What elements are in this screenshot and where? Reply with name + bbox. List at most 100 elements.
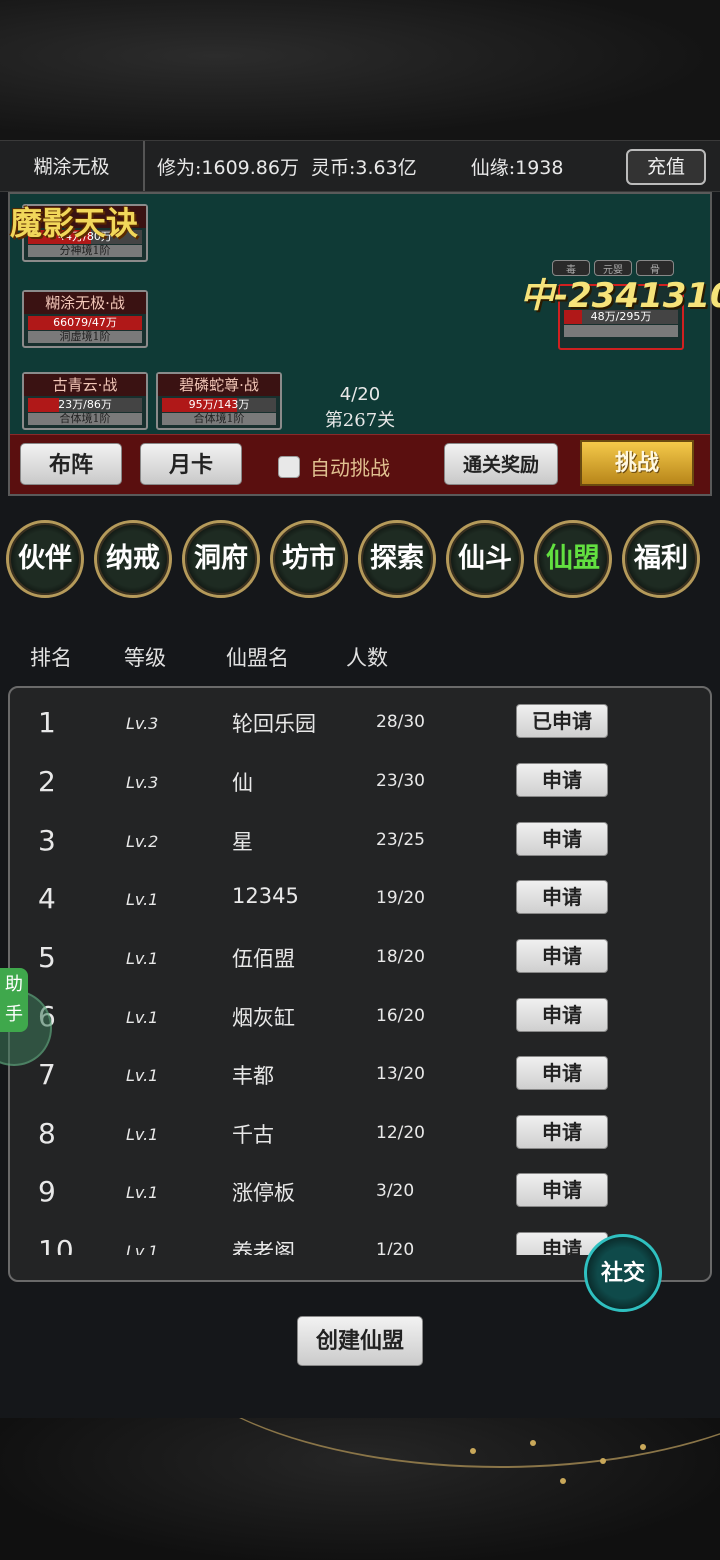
fate-stat: 仙缘:1938 [471, 153, 564, 180]
ally-realm: 合体境1阶 [162, 413, 276, 425]
clear-reward-button[interactable]: 通关奖励 [444, 443, 558, 485]
row-alliance-name: 12345 [232, 884, 299, 908]
row-alliance-name: 星 [232, 830, 253, 854]
row-level: Lv.2 [126, 832, 159, 851]
row-rank: 10 [38, 1234, 74, 1255]
ally-hp-bar: 66079/47万 [28, 316, 142, 330]
spirit-coin-value: 3.63亿 [355, 156, 417, 179]
nav-alliance[interactable]: 仙盟 [534, 520, 612, 598]
ally-hp-text: 95万/143万 [188, 398, 250, 411]
monthly-card-button[interactable]: 月卡 [140, 443, 242, 485]
nav-partner[interactable]: 伙伴 [6, 520, 84, 598]
row-level: Lv.1 [126, 1008, 159, 1027]
apply-button[interactable]: 申请 [516, 1056, 608, 1090]
nav-explore[interactable]: 探索 [358, 520, 436, 598]
spirit-coin-label: 灵币: [310, 156, 356, 179]
create-alliance-button[interactable]: 创建仙盟 [297, 1316, 423, 1366]
apply-button[interactable]: 申请 [516, 939, 608, 973]
row-members: 16/20 [376, 1006, 425, 1026]
row-alliance-name: 轮回乐园 [232, 712, 316, 736]
row-alliance-name: 伍佰盟 [232, 947, 295, 971]
table-row: 1 Lv.3 轮回乐园 28/30 已申请 [10, 692, 710, 750]
ally-unit[interactable]: 古青云·战 23万/86万 合体境1阶 [22, 372, 148, 430]
nav-cave[interactable]: 洞府 [182, 520, 260, 598]
spirit-coin-stat: 灵币:3.63亿 [311, 153, 417, 180]
row-rank: 3 [38, 824, 56, 857]
apply-button[interactable]: 申请 [516, 1173, 608, 1207]
status-bar: 糊涂无极 修为:1609.86万 灵币:3.63亿 仙缘:1938 充值 [0, 140, 720, 192]
wave-count: 4/20 [339, 384, 381, 405]
ally-name: 碧磷蛇尊·战 [158, 374, 280, 396]
ally-hp-text: 66079/47万 [53, 316, 117, 329]
row-level: Lv.3 [126, 773, 159, 792]
main-nav: 伙伴 纳戒 洞府 坊市 探索 仙斗 仙盟 福利 [6, 520, 716, 600]
apply-button[interactable]: 申请 [516, 822, 608, 856]
table-row: 2 Lv.3 仙 23/30 申请 [10, 751, 710, 809]
ally-unit[interactable]: 糊涂无极·战 66079/47万 洞虚境1阶 [22, 290, 148, 348]
apply-button[interactable]: 申请 [516, 763, 608, 797]
ally-realm: 分神境1阶 [28, 245, 142, 257]
table-row: 4 Lv.1 12345 19/20 申请 [10, 868, 710, 926]
cultivation-stat: 修为:1609.86万 [157, 153, 299, 180]
row-alliance-name: 丰都 [232, 1064, 274, 1088]
cultivation-label: 修为: [157, 156, 202, 179]
nav-market[interactable]: 坊市 [270, 520, 348, 598]
apply-button[interactable]: 申请 [516, 880, 608, 914]
nav-welfare[interactable]: 福利 [622, 520, 700, 598]
header-members: 人数 [346, 646, 388, 670]
cultivation-value: 1609.86万 [201, 156, 299, 179]
fate-label: 仙缘: [470, 156, 516, 179]
nav-storage-ring[interactable]: 纳戒 [94, 520, 172, 598]
row-members: 19/20 [376, 888, 425, 908]
header-level: 等级 [124, 646, 166, 670]
row-level: Lv.3 [126, 714, 159, 733]
row-alliance-name: 涨停板 [232, 1181, 295, 1205]
header-name: 仙盟名 [226, 646, 289, 670]
table-row: 6 Lv.1 烟灰缸 16/20 申请 [10, 986, 710, 1044]
row-rank: 7 [38, 1058, 56, 1091]
challenge-button[interactable]: 挑战 [580, 440, 694, 486]
row-alliance-name: 千古 [232, 1123, 274, 1147]
ally-name: 古青云·战 [24, 374, 146, 396]
bottom-background [0, 1418, 720, 1560]
fate-value: 1938 [515, 156, 564, 179]
nav-pvp[interactable]: 仙斗 [446, 520, 524, 598]
player-name: 糊涂无极 [0, 141, 145, 191]
row-rank: 1 [38, 706, 56, 739]
row-rank: 4 [38, 882, 56, 915]
ally-unit[interactable]: 碧磷蛇尊·战 95万/143万 合体境1阶 [156, 372, 282, 430]
social-button[interactable]: 社交 [584, 1234, 662, 1312]
row-level: Lv.1 [126, 890, 159, 909]
row-members: 13/20 [376, 1064, 425, 1084]
row-rank: 9 [38, 1175, 56, 1208]
auto-battle-label: 自动挑战 [310, 456, 390, 480]
formation-button[interactable]: 布阵 [20, 443, 122, 485]
ally-hp-bar: 23万/86万 [28, 398, 142, 412]
recharge-button[interactable]: 充值 [626, 149, 706, 185]
row-rank: 8 [38, 1117, 56, 1150]
assistant-tab[interactable]: 助手 [0, 968, 28, 1032]
apply-button[interactable]: 申请 [516, 998, 608, 1032]
applied-button[interactable]: 已申请 [516, 704, 608, 738]
auto-battle-checkbox[interactable] [278, 455, 300, 478]
row-alliance-name: 烟灰缸 [232, 1006, 295, 1030]
ally-hp-bar: 95万/143万 [162, 398, 276, 412]
auto-battle-toggle[interactable]: 自动挑战 [278, 452, 390, 481]
row-level: Lv.1 [126, 1125, 159, 1144]
row-members: 18/20 [376, 947, 425, 967]
apply-button[interactable]: 申请 [516, 1115, 608, 1149]
row-members: 23/30 [376, 771, 425, 791]
top-background [0, 0, 720, 140]
stage-progress: 4/20 第267关 [300, 382, 420, 434]
stage-number: 第267关 [324, 410, 396, 431]
decorative-arc [150, 1418, 720, 1468]
table-row: 9 Lv.1 涨停板 3/20 申请 [10, 1161, 710, 1219]
row-members: 3/20 [376, 1181, 415, 1201]
table-row: 5 Lv.1 伍佰盟 18/20 申请 [10, 927, 710, 985]
alliance-list[interactable]: 1 Lv.3 轮回乐园 28/30 已申请 2 Lv.3 仙 23/30 申请 … [10, 690, 710, 1255]
skill-name: 魔影天诀 [10, 204, 139, 242]
row-members: 1/20 [376, 1240, 415, 1255]
row-level: Lv.1 [126, 949, 159, 968]
table-row: 8 Lv.1 千古 12/20 申请 [10, 1103, 710, 1161]
row-members: 12/20 [376, 1123, 425, 1143]
